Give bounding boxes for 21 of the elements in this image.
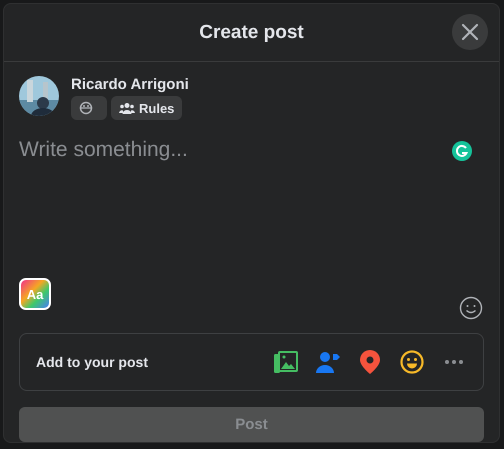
smiley-icon	[400, 350, 424, 374]
location-button[interactable]	[357, 348, 383, 375]
group-privacy-icon	[79, 101, 93, 116]
close-icon	[461, 23, 479, 41]
more-icon	[445, 360, 463, 364]
close-button[interactable]	[452, 14, 488, 50]
post-text-field[interactable]: Write something...	[19, 138, 419, 162]
photo-icon	[274, 350, 298, 373]
privacy-button[interactable]	[71, 96, 107, 120]
photo-button[interactable]	[273, 348, 299, 375]
group-icon	[119, 102, 135, 114]
grammarly-icon	[452, 141, 472, 162]
dialog-title: Create post	[199, 22, 304, 44]
person-tag-icon	[316, 350, 340, 373]
author-name: Ricardo Arrigoni	[71, 76, 189, 94]
emoji-icon[interactable]	[459, 296, 483, 320]
text-background-button[interactable]: Aa	[19, 278, 51, 310]
map-pin-icon	[360, 350, 380, 374]
add-to-post-label: Add to your post	[36, 354, 149, 370]
audience-button[interactable]: Rules	[111, 96, 182, 120]
feeling-button[interactable]	[399, 348, 425, 375]
